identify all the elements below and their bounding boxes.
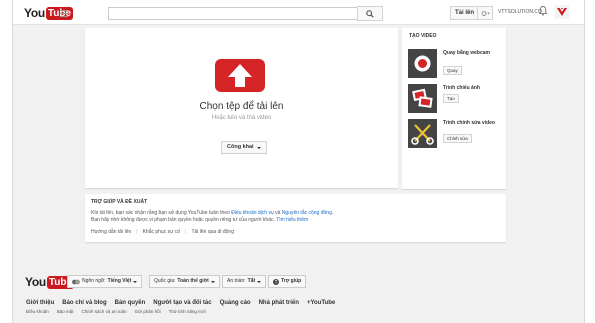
webcam-icon[interactable] bbox=[408, 49, 437, 78]
help-label: Trợ giúp bbox=[281, 278, 302, 284]
guide-menu-icon[interactable] bbox=[60, 10, 68, 17]
chevron-down-icon bbox=[210, 280, 215, 283]
safety-picker[interactable]: An toàn: Tắt bbox=[222, 275, 267, 288]
help-links: Hướng dẫn tải lên | Khắc phục sự cố | Tả… bbox=[91, 229, 234, 235]
scissors-graphic bbox=[411, 124, 434, 145]
help-icon: ? bbox=[273, 278, 279, 285]
account-name[interactable]: VTTSOLUTION.CO bbox=[498, 9, 542, 15]
footer-link-creators[interactable]: Người tạo và đối tác bbox=[153, 300, 211, 306]
svg-text:?: ? bbox=[275, 280, 278, 285]
country-label: Quốc gia: bbox=[154, 278, 176, 284]
help-and: và bbox=[273, 210, 282, 216]
help-text: Khi tải lên, bạn xác nhận rằng bạn sử dụ… bbox=[91, 210, 491, 223]
settings-button[interactable] bbox=[477, 6, 493, 20]
slideshow-icon[interactable] bbox=[408, 84, 437, 113]
footer-logo-you: You bbox=[25, 275, 46, 289]
upload-guide-link[interactable]: Hướng dẫn tải lên bbox=[91, 229, 131, 235]
create-video-panel: TẠO VIDEO Quay bằng webcam Quay Trình ch… bbox=[402, 28, 506, 189]
divider: | bbox=[136, 229, 138, 235]
upload-title[interactable]: Chọn tệp để tải lên bbox=[85, 101, 398, 112]
guidelines-link[interactable]: Nguyên tắc cộng đồng bbox=[282, 210, 332, 216]
country-value: Toàn thế giới bbox=[177, 278, 209, 284]
create-video-title: TẠO VIDEO bbox=[409, 33, 437, 39]
divider: | bbox=[185, 229, 187, 235]
learn-more-link[interactable]: Tìm hiểu thêm bbox=[276, 217, 308, 223]
country-picker[interactable]: Quốc gia: Toàn thế giới bbox=[149, 275, 220, 288]
terms-link[interactable]: Điều khoản dịch vụ bbox=[231, 210, 274, 216]
footer: You Tube Ngôn ngữ: Tiếng Việt Quốc gia: … bbox=[13, 270, 584, 323]
record-button[interactable]: Quay bbox=[443, 66, 462, 75]
webcam-graphic bbox=[414, 55, 431, 72]
footer-link-try-new[interactable]: Thử tính năng mới bbox=[169, 309, 206, 314]
logo-you: You bbox=[24, 6, 45, 20]
language-picker[interactable]: Ngôn ngữ: Tiếng Việt bbox=[67, 275, 143, 288]
footer-link-about[interactable]: Giới thiệu bbox=[26, 300, 54, 306]
tool-video-editor: Trình chỉnh sửa video Chỉnh sửa bbox=[408, 119, 503, 149]
tool-name: Trình chỉnh sửa video bbox=[443, 120, 495, 126]
edit-video-button[interactable]: Chỉnh sửa bbox=[443, 134, 472, 143]
footer-link-copyright[interactable]: Bản quyền bbox=[115, 300, 146, 306]
tool-webcam: Quay bằng webcam Quay bbox=[408, 49, 503, 79]
help-panel: TRỢ GIÚP VÀ ĐỀ XUẤT Khi tải lên, bạn xác… bbox=[85, 194, 506, 242]
privacy-label: Công khai bbox=[227, 144, 254, 150]
footer-secondary-links: Điều khoản Bảo mật Chính sách và an toàn… bbox=[26, 309, 206, 314]
troubleshoot-link[interactable]: Khắc phục sự cố bbox=[143, 229, 181, 235]
gear-icon bbox=[481, 10, 490, 16]
tool-name: Trình chiếu ảnh bbox=[443, 85, 480, 91]
upload-panel[interactable]: Chọn tệp để tải lên Hoặc kéo và thả vide… bbox=[85, 28, 398, 188]
footer-primary-links: Giới thiệu Báo chí và blog Bản quyền Ngư… bbox=[26, 300, 335, 306]
notification-bell-icon[interactable] bbox=[539, 6, 547, 16]
mobile-upload-link[interactable]: Tải lên qua di động bbox=[191, 229, 234, 235]
footer-link-privacy[interactable]: Bảo mật bbox=[57, 309, 74, 314]
help-button[interactable]: ? Trợ giúp bbox=[268, 275, 307, 288]
footer-link-plus-youtube[interactable]: +YouTube bbox=[307, 300, 335, 306]
search-button[interactable] bbox=[357, 6, 383, 21]
chevron-down-icon bbox=[133, 280, 138, 283]
tool-name: Quay bằng webcam bbox=[443, 50, 490, 56]
search-icon bbox=[366, 9, 374, 18]
avatar-logo-icon bbox=[557, 8, 567, 16]
footer-link-terms[interactable]: Điều khoản bbox=[26, 309, 49, 314]
help-title: TRỢ GIÚP VÀ ĐỀ XUẤT bbox=[91, 199, 148, 205]
footer-link-developers[interactable]: Nhà phát triển bbox=[259, 300, 299, 306]
slideshow-graphic bbox=[412, 88, 433, 108]
safety-label: An toàn: bbox=[227, 278, 246, 284]
masthead: You Tube Tải lên VTTSOLUTION.CO bbox=[13, 0, 584, 25]
privacy-dropdown[interactable]: Công khai bbox=[221, 141, 267, 154]
tool-slideshow: Trình chiếu ảnh Tạo bbox=[408, 84, 503, 114]
footer-link-feedback[interactable]: Gửi phản hồi bbox=[135, 309, 161, 314]
help-line1-prefix: Khi tải lên, bạn xác nhận rằng bạn sử dụ… bbox=[91, 210, 232, 216]
language-icon bbox=[72, 279, 80, 284]
footer-link-policy[interactable]: Chính sách và an toàn bbox=[82, 309, 127, 314]
create-slideshow-button[interactable]: Tạo bbox=[443, 94, 459, 103]
upload-arrow-icon[interactable] bbox=[215, 59, 265, 92]
footer-link-advertise[interactable]: Quảng cáo bbox=[220, 300, 251, 306]
chevron-down-icon bbox=[256, 146, 261, 149]
help-line1-suffix: . bbox=[331, 210, 334, 216]
search-input[interactable] bbox=[108, 7, 362, 20]
page: You Tube Tải lên VTTSOLUTION.CO Chọn tệp… bbox=[12, 0, 585, 323]
footer-link-press[interactable]: Báo chí và blog bbox=[62, 300, 106, 306]
upload-subtitle: Hoặc kéo và thả video bbox=[211, 115, 272, 121]
avatar[interactable] bbox=[555, 5, 569, 19]
chevron-down-icon bbox=[257, 280, 262, 283]
help-line2-prefix: Bạn hãy nhớ không được vi phạm bản quyền… bbox=[91, 216, 277, 223]
scissors-icon[interactable] bbox=[408, 119, 437, 148]
language-label: Ngôn ngữ: bbox=[82, 278, 106, 284]
safety-value: Tắt bbox=[247, 278, 256, 284]
language-value: Tiếng Việt bbox=[107, 278, 132, 284]
upload-button[interactable]: Tải lên bbox=[450, 6, 480, 20]
upload-arrow-graphic bbox=[228, 64, 252, 87]
